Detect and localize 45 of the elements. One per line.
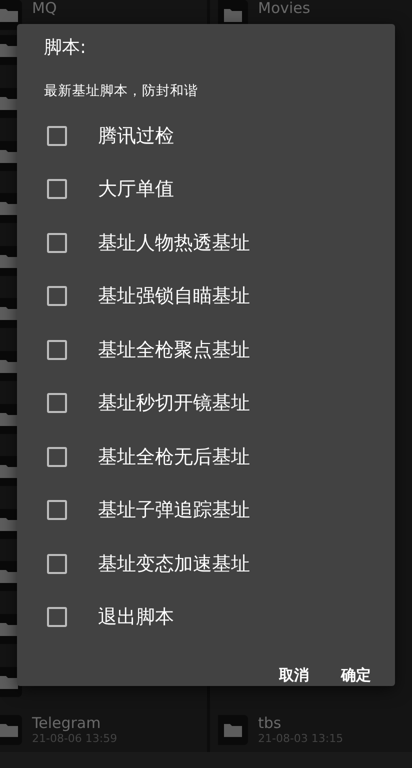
confirm-button[interactable]: 确定	[331, 656, 381, 695]
folder-name: MQ	[32, 0, 57, 17]
folder-name: Telegram	[32, 714, 102, 732]
option-label[interactable]: 基址变态加速基址	[98, 550, 250, 577]
option-label[interactable]: 大厅单值	[98, 176, 174, 202]
checkbox[interactable]	[47, 554, 67, 574]
folder-name: Movies	[258, 0, 310, 17]
option-label[interactable]: 退出脚本	[98, 604, 174, 630]
checkbox[interactable]	[47, 179, 67, 200]
folder-icon	[224, 723, 242, 737]
option-label[interactable]: 基址全枪聚点基址	[98, 336, 250, 363]
dialog-title: 脚本:	[43, 36, 88, 60]
option-label[interactable]: 基址人物热透基址	[98, 230, 250, 256]
option-label[interactable]: 基址强锁自瞄基址	[98, 283, 250, 310]
folder-name: tbs	[258, 714, 282, 732]
folder-icon	[0, 254, 18, 268]
checkbox[interactable]	[47, 500, 67, 520]
option-label[interactable]: 基址秒切开镜基址	[98, 390, 250, 416]
folder-icon	[0, 43, 18, 58]
cancel-button[interactable]: 取消	[269, 656, 319, 695]
checkbox[interactable]	[47, 126, 67, 146]
option-label[interactable]: 腾讯过检	[98, 122, 174, 149]
folder-icon	[0, 569, 18, 584]
folder-icon	[0, 306, 18, 320]
folder-icon	[0, 674, 18, 689]
checkbox[interactable]	[47, 286, 67, 306]
folder-icon	[0, 464, 18, 478]
option-label[interactable]: 基址全枪无后基址	[98, 444, 250, 470]
folder-icon	[0, 8, 18, 22]
folder-icon	[0, 96, 18, 110]
folder-icon	[0, 622, 18, 636]
checkbox[interactable]	[47, 393, 67, 414]
folder-icon	[0, 358, 18, 373]
checkbox[interactable]	[47, 446, 67, 467]
folder-icon	[0, 148, 18, 163]
dialog-message: 最新基址脚本，防封和谐	[43, 82, 199, 100]
folder-icon	[0, 201, 18, 216]
folder-icon	[0, 412, 18, 426]
checkbox[interactable]	[47, 232, 67, 253]
folder-icon	[224, 8, 242, 22]
option-label[interactable]: 基址子弹追踪基址	[98, 497, 250, 524]
checkbox[interactable]	[47, 340, 67, 360]
folder-icon	[0, 516, 18, 531]
folder-icon	[0, 723, 18, 737]
checkbox[interactable]	[47, 607, 67, 628]
